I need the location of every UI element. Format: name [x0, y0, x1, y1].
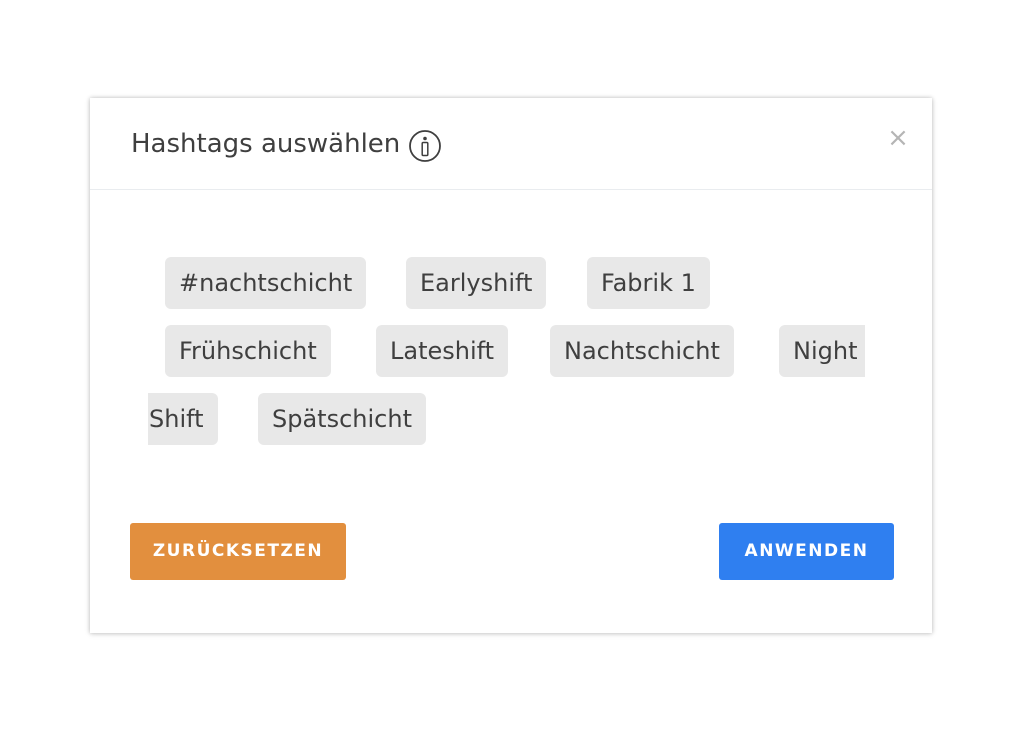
- dialog-header: Hashtags auswählen ×: [90, 98, 932, 190]
- hashtag-dialog: Hashtags auswählen × #nachtschicht Early…: [90, 98, 932, 633]
- info-circle-icon[interactable]: [408, 129, 442, 163]
- hashtag-list: #nachtschicht Earlyshift Fabrik 1 Frühsc…: [148, 257, 872, 457]
- reset-button[interactable]: ZURÜCKSETZEN: [130, 523, 346, 580]
- hashtag-chip[interactable]: Spätschicht: [258, 393, 426, 445]
- dialog-title-row: Hashtags auswählen: [131, 126, 442, 162]
- hashtag-chip[interactable]: Lateshift: [376, 325, 509, 377]
- hashtag-chip[interactable]: Earlyshift: [406, 257, 547, 309]
- hashtag-chip-night-shift-continued[interactable]: Shift: [148, 393, 218, 445]
- hashtag-chip[interactable]: Fabrik 1: [587, 257, 710, 309]
- apply-button[interactable]: ANWENDEN: [719, 523, 894, 580]
- hashtag-chip[interactable]: Frühschicht: [165, 325, 331, 377]
- close-icon[interactable]: ×: [886, 123, 910, 153]
- hashtag-chip-night-shift[interactable]: Night: [779, 325, 865, 377]
- hashtag-chip[interactable]: Nachtschicht: [550, 325, 734, 377]
- hashtag-chip[interactable]: #nachtschicht: [165, 257, 367, 309]
- dialog-title: Hashtags auswählen: [131, 129, 401, 159]
